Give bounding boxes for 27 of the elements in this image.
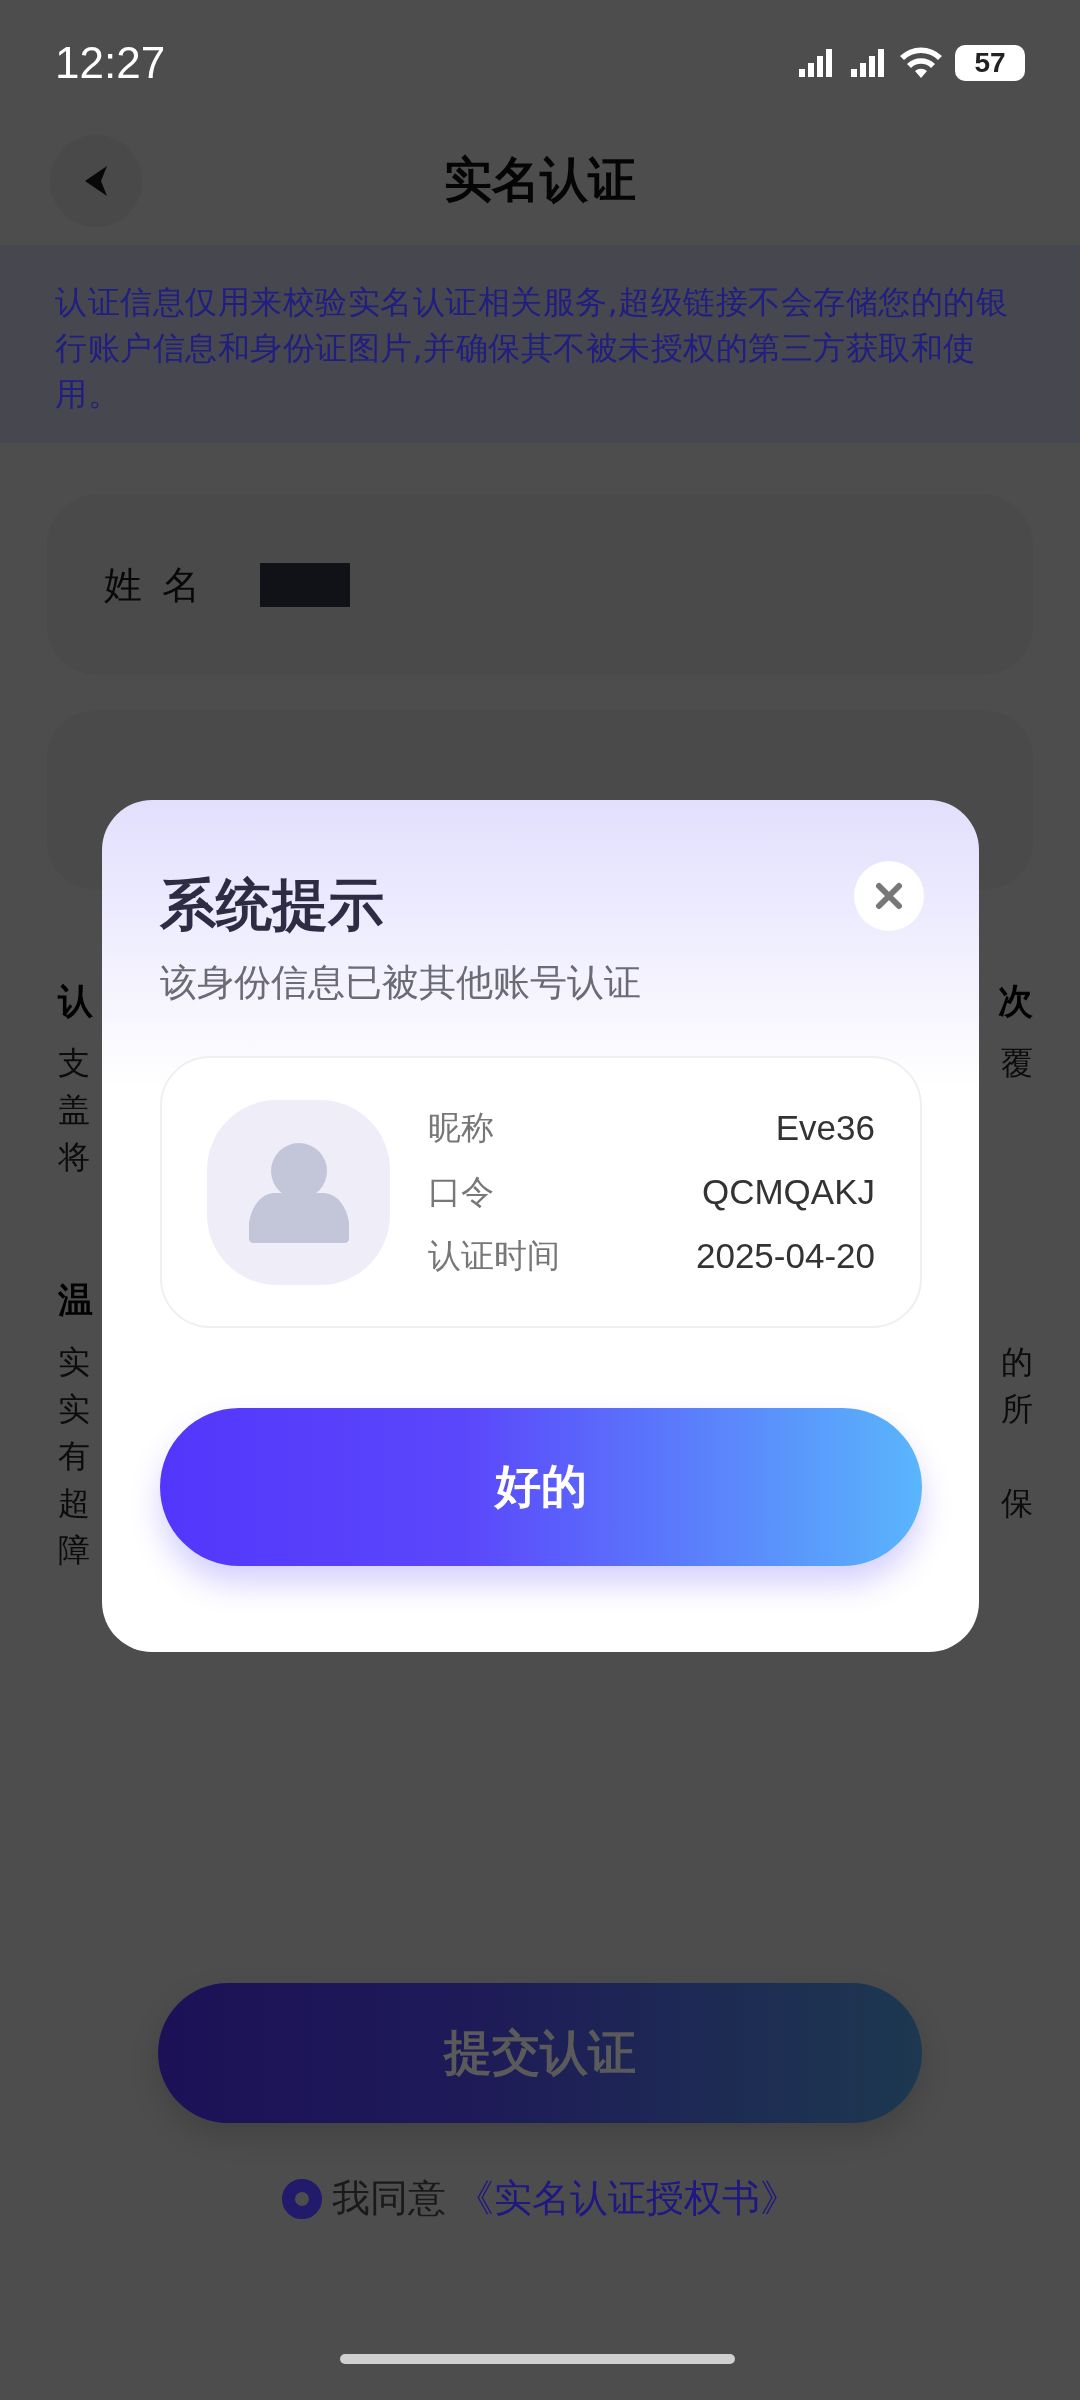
status-time: 12:27: [55, 37, 166, 88]
heading-fragment: 认: [58, 979, 93, 1023]
text-fragment: 实: [58, 1388, 90, 1430]
info-label: 昵称: [428, 1107, 494, 1149]
text-fragment: 将: [58, 1136, 90, 1178]
dialog-message: 该身份信息已被其他账号认证: [160, 960, 642, 1006]
text-fragment: 的: [1001, 1341, 1033, 1383]
heading-fragment: 温: [58, 1278, 93, 1322]
info-value: QCMQAKJ: [701, 1171, 875, 1213]
text-fragment: 实: [58, 1341, 90, 1383]
info-label: 认证时间: [428, 1235, 560, 1277]
field-label: 姓名: [104, 561, 220, 609]
text-fragment: 保: [1001, 1482, 1033, 1524]
text-fragment: 有: [58, 1435, 90, 1477]
text-fragment: 超: [58, 1482, 90, 1524]
info-value: 2025-04-20: [695, 1235, 875, 1277]
text-fragment: 障: [58, 1529, 90, 1571]
text-fragment: 支: [58, 1042, 90, 1084]
text-fragment: 盖: [58, 1089, 90, 1131]
heading-fragment: 次: [998, 979, 1033, 1023]
info-value: Eve36: [775, 1107, 875, 1149]
text-fragment: 所: [1001, 1388, 1033, 1430]
page-title: 实名认证: [444, 150, 636, 209]
text-fragment: 覆: [1001, 1042, 1033, 1084]
battery-indicator: 57: [955, 44, 1025, 81]
info-label: 口令: [428, 1171, 494, 1213]
dialog-title: 系统提示: [160, 871, 384, 939]
